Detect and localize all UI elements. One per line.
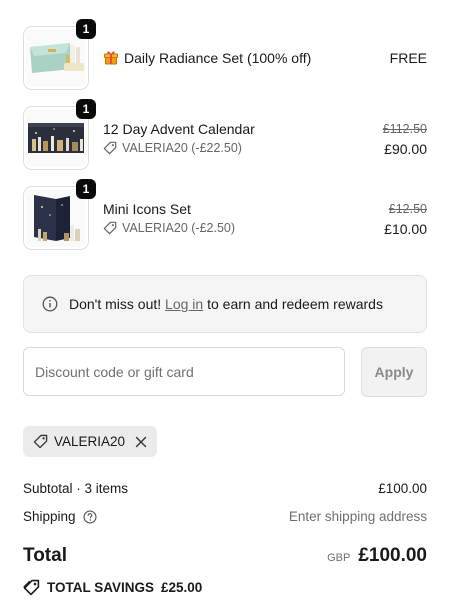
total-amount-wrap: GBP £100.00 xyxy=(327,545,427,567)
shipping-value: Enter shipping address xyxy=(288,509,427,524)
rewards-notice: Don't miss out! Log in to earn and redee… xyxy=(23,275,427,333)
subtotal-row: Subtotal · 3 items £100.00 xyxy=(23,481,427,496)
subtotal-value: £100.00 xyxy=(378,481,427,496)
tag-icon xyxy=(103,221,117,235)
rewards-notice-text: Don't miss out! Log in to earn and redee… xyxy=(69,296,383,312)
total-value: £100.00 xyxy=(358,545,427,566)
shipping-row: Shipping Enter shipping address xyxy=(23,509,427,524)
price-original: £112.50 xyxy=(382,122,427,136)
product-thumbnail: 1 xyxy=(23,19,96,90)
close-icon[interactable] xyxy=(135,436,147,448)
product-thumbnail: 1 xyxy=(23,99,96,170)
shipping-label: Shipping xyxy=(23,509,76,524)
product-title-text: Daily Radiance Set (100% off) xyxy=(124,50,312,66)
line-item: 1 Daily Radiance Set (100% off) FREE xyxy=(23,19,427,91)
tag-icon xyxy=(33,434,48,449)
tag-icon xyxy=(23,579,40,596)
total-row: Total GBP £100.00 xyxy=(23,545,427,567)
line-discount: VALERIA20 (-£22.50) xyxy=(103,141,242,155)
quantity-badge: 1 xyxy=(76,99,96,119)
currency-code: GBP xyxy=(327,552,351,564)
product-thumbnail: 1 xyxy=(23,179,96,250)
shipping-label-wrap: Shipping xyxy=(23,509,97,524)
savings-label: TOTAL SAVINGS xyxy=(47,580,155,595)
quantity-badge: 1 xyxy=(76,19,96,39)
product-title: Mini Icons Set xyxy=(103,201,191,217)
line-item: 1 Mini Icons Set VALERIA20 (-£2.50) £12.… xyxy=(23,179,427,251)
line-discount: VALERIA20 (-£2.50) xyxy=(103,221,235,235)
help-icon[interactable] xyxy=(83,509,97,524)
info-icon xyxy=(42,296,58,312)
product-title: Daily Radiance Set (100% off) xyxy=(103,49,311,66)
rewards-suffix: to earn and redeem rewards xyxy=(203,296,383,312)
line-discount-text: VALERIA20 (-£2.50) xyxy=(122,221,236,235)
price-original: £12.50 xyxy=(388,202,427,216)
price-current: £10.00 xyxy=(384,221,427,237)
applied-code-chip: VALERIA20 xyxy=(23,426,158,457)
product-title: 12 Day Advent Calendar xyxy=(103,121,255,137)
product-image xyxy=(26,109,86,167)
price-current: FREE xyxy=(389,50,427,66)
tag-icon xyxy=(103,141,117,155)
line-item: 1 12 Day Advent Calendar VALERIA20 (-£22… xyxy=(23,99,427,171)
savings-value: £25.00 xyxy=(161,580,203,595)
total-label: Total xyxy=(23,545,67,566)
log-in-link[interactable]: Log in xyxy=(165,296,203,312)
rewards-prefix: Don't miss out! xyxy=(69,296,166,312)
gift-icon xyxy=(104,51,118,65)
apply-button[interactable]: Apply xyxy=(361,347,427,397)
line-discount-text: VALERIA20 (-£22.50) xyxy=(122,141,242,155)
product-image xyxy=(26,189,86,247)
product-image xyxy=(26,29,86,87)
quantity-badge: 1 xyxy=(76,179,96,199)
subtotal-label: Subtotal · 3 items xyxy=(23,481,129,496)
price-current: £90.00 xyxy=(384,141,427,157)
total-savings: TOTAL SAVINGS £25.00 xyxy=(23,579,202,596)
discount-code-input[interactable] xyxy=(23,347,345,396)
applied-code-text: VALERIA20 xyxy=(54,434,126,449)
